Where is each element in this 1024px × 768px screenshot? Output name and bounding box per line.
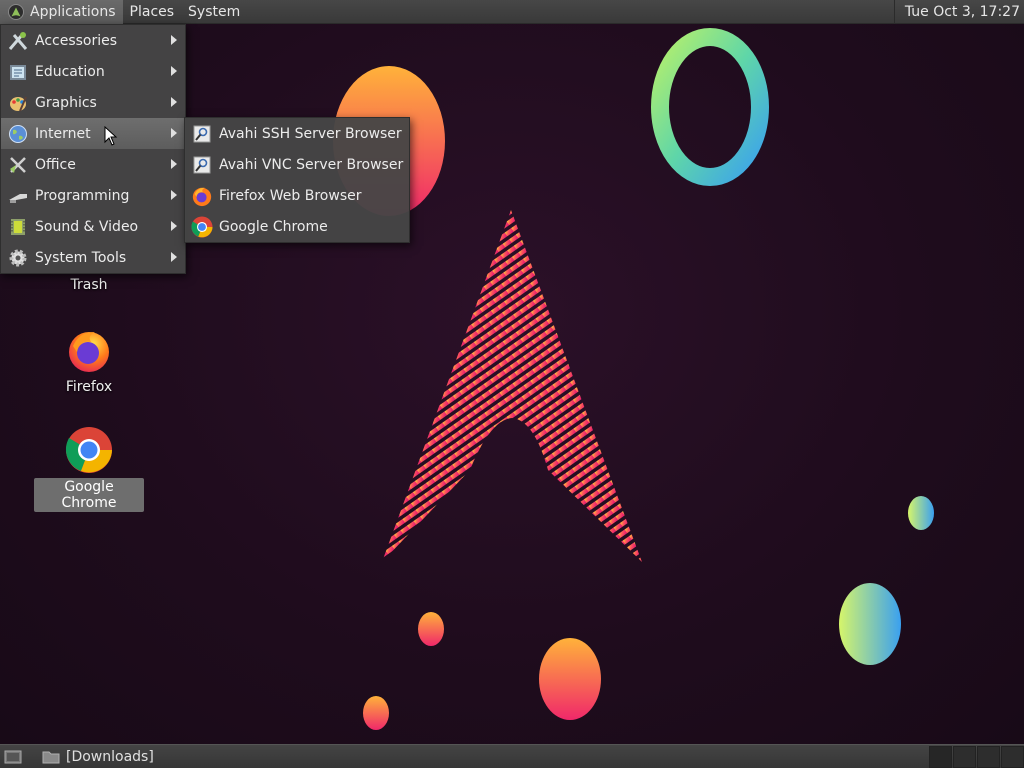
- desktop-icon-trash[interactable]: Trash: [34, 276, 144, 294]
- desktop-icon-label: Google Chrome: [34, 478, 144, 512]
- menu-item-label: Office: [35, 156, 76, 173]
- menu-item-label: Avahi VNC Server Browser: [219, 156, 404, 173]
- menu-item-label: Programming: [35, 187, 130, 204]
- chrome-icon: [191, 215, 213, 238]
- menu-item-label: System Tools: [35, 249, 127, 266]
- desktop-icon-label: Firefox: [65, 379, 113, 395]
- bottom-panel: [Downloads]: [0, 744, 1024, 768]
- submenu-arrow-icon: [171, 128, 177, 138]
- gear-icon: [7, 247, 29, 269]
- system-menu-button[interactable]: System: [181, 0, 247, 24]
- workspace-2[interactable]: [953, 746, 976, 768]
- menu-item-accessories[interactable]: Accessories: [1, 25, 185, 56]
- firefox-icon: [191, 185, 213, 207]
- menu-item-education[interactable]: Education: [1, 56, 185, 87]
- education-icon: [7, 61, 29, 83]
- desktop-icon-label: Trash: [70, 277, 108, 293]
- chrome-icon: [65, 427, 112, 473]
- workspace-switcher: [928, 746, 1024, 768]
- panel-menubar: Applications Places System: [0, 0, 247, 24]
- menu-item-graphics[interactable]: Graphics: [1, 87, 185, 118]
- menu-item-label: Sound & Video: [35, 218, 139, 235]
- arch-logo-icon: [8, 3, 24, 20]
- submenu-arrow-icon: [171, 35, 177, 45]
- menu-item-label: Firefox Web Browser: [219, 187, 362, 204]
- firefox-icon: [69, 332, 109, 372]
- menu-item-label: Avahi SSH Server Browser: [219, 125, 402, 142]
- desktop-icon-firefox[interactable]: Firefox: [34, 326, 144, 396]
- submenu-arrow-icon: [171, 159, 177, 169]
- submenu-arrow-icon: [171, 252, 177, 262]
- menu-item-avahi-vnc[interactable]: Avahi VNC Server Browser: [185, 149, 409, 180]
- accessories-icon: [7, 30, 29, 52]
- places-menu-button[interactable]: Places: [123, 0, 182, 24]
- menu-item-avahi-ssh[interactable]: Avahi SSH Server Browser: [185, 118, 409, 149]
- menu-item-label: Graphics: [35, 94, 97, 111]
- internet-submenu: Avahi SSH Server Browser Avahi VNC Serve…: [184, 117, 410, 243]
- folder-icon: [42, 751, 60, 763]
- globe-icon: [7, 123, 29, 145]
- menu-item-label: Accessories: [35, 32, 118, 49]
- show-desktop-icon: [4, 750, 22, 763]
- clock[interactable]: Tue Oct 3, 17:27: [893, 0, 1024, 24]
- workspace-3[interactable]: [977, 746, 1000, 768]
- menu-item-programming[interactable]: Programming: [1, 180, 185, 211]
- submenu-arrow-icon: [171, 221, 177, 231]
- top-panel: Applications Places System Tue Oct 3, 17…: [0, 0, 1024, 24]
- workspace-1[interactable]: [929, 746, 952, 768]
- menu-item-internet[interactable]: Internet: [1, 118, 185, 149]
- submenu-arrow-icon: [171, 66, 177, 76]
- applications-menu: Accessories Education Graphics Internet …: [0, 24, 186, 274]
- menu-item-google-chrome[interactable]: Google Chrome: [185, 211, 409, 242]
- workspace-4[interactable]: [1001, 746, 1024, 768]
- mouse-pointer-icon: [104, 126, 118, 146]
- show-desktop-button[interactable]: [2, 746, 24, 768]
- applications-menu-button[interactable]: Applications: [0, 0, 123, 24]
- avahi-icon: [191, 123, 213, 145]
- submenu-arrow-icon: [171, 97, 177, 107]
- programming-icon: [7, 185, 29, 207]
- menu-item-office[interactable]: Office: [1, 149, 185, 180]
- menu-item-firefox[interactable]: Firefox Web Browser: [185, 180, 409, 211]
- avahi-icon: [191, 154, 213, 176]
- menu-item-sound-video[interactable]: Sound & Video: [1, 211, 185, 242]
- applications-label: Applications: [30, 3, 116, 20]
- menu-item-system-tools[interactable]: System Tools: [1, 242, 185, 273]
- desktop-icon-google-chrome[interactable]: Google Chrome: [34, 426, 144, 512]
- taskbar-window-label: [Downloads]: [66, 748, 154, 765]
- menu-item-label: Internet: [35, 125, 91, 142]
- menu-item-label: Education: [35, 63, 105, 80]
- taskbar-window-downloads[interactable]: [Downloads]: [34, 746, 162, 768]
- menu-item-label: Google Chrome: [219, 218, 328, 235]
- graphics-icon: [7, 92, 29, 114]
- sound-video-icon: [7, 216, 29, 238]
- office-icon: [7, 154, 29, 176]
- submenu-arrow-icon: [171, 190, 177, 200]
